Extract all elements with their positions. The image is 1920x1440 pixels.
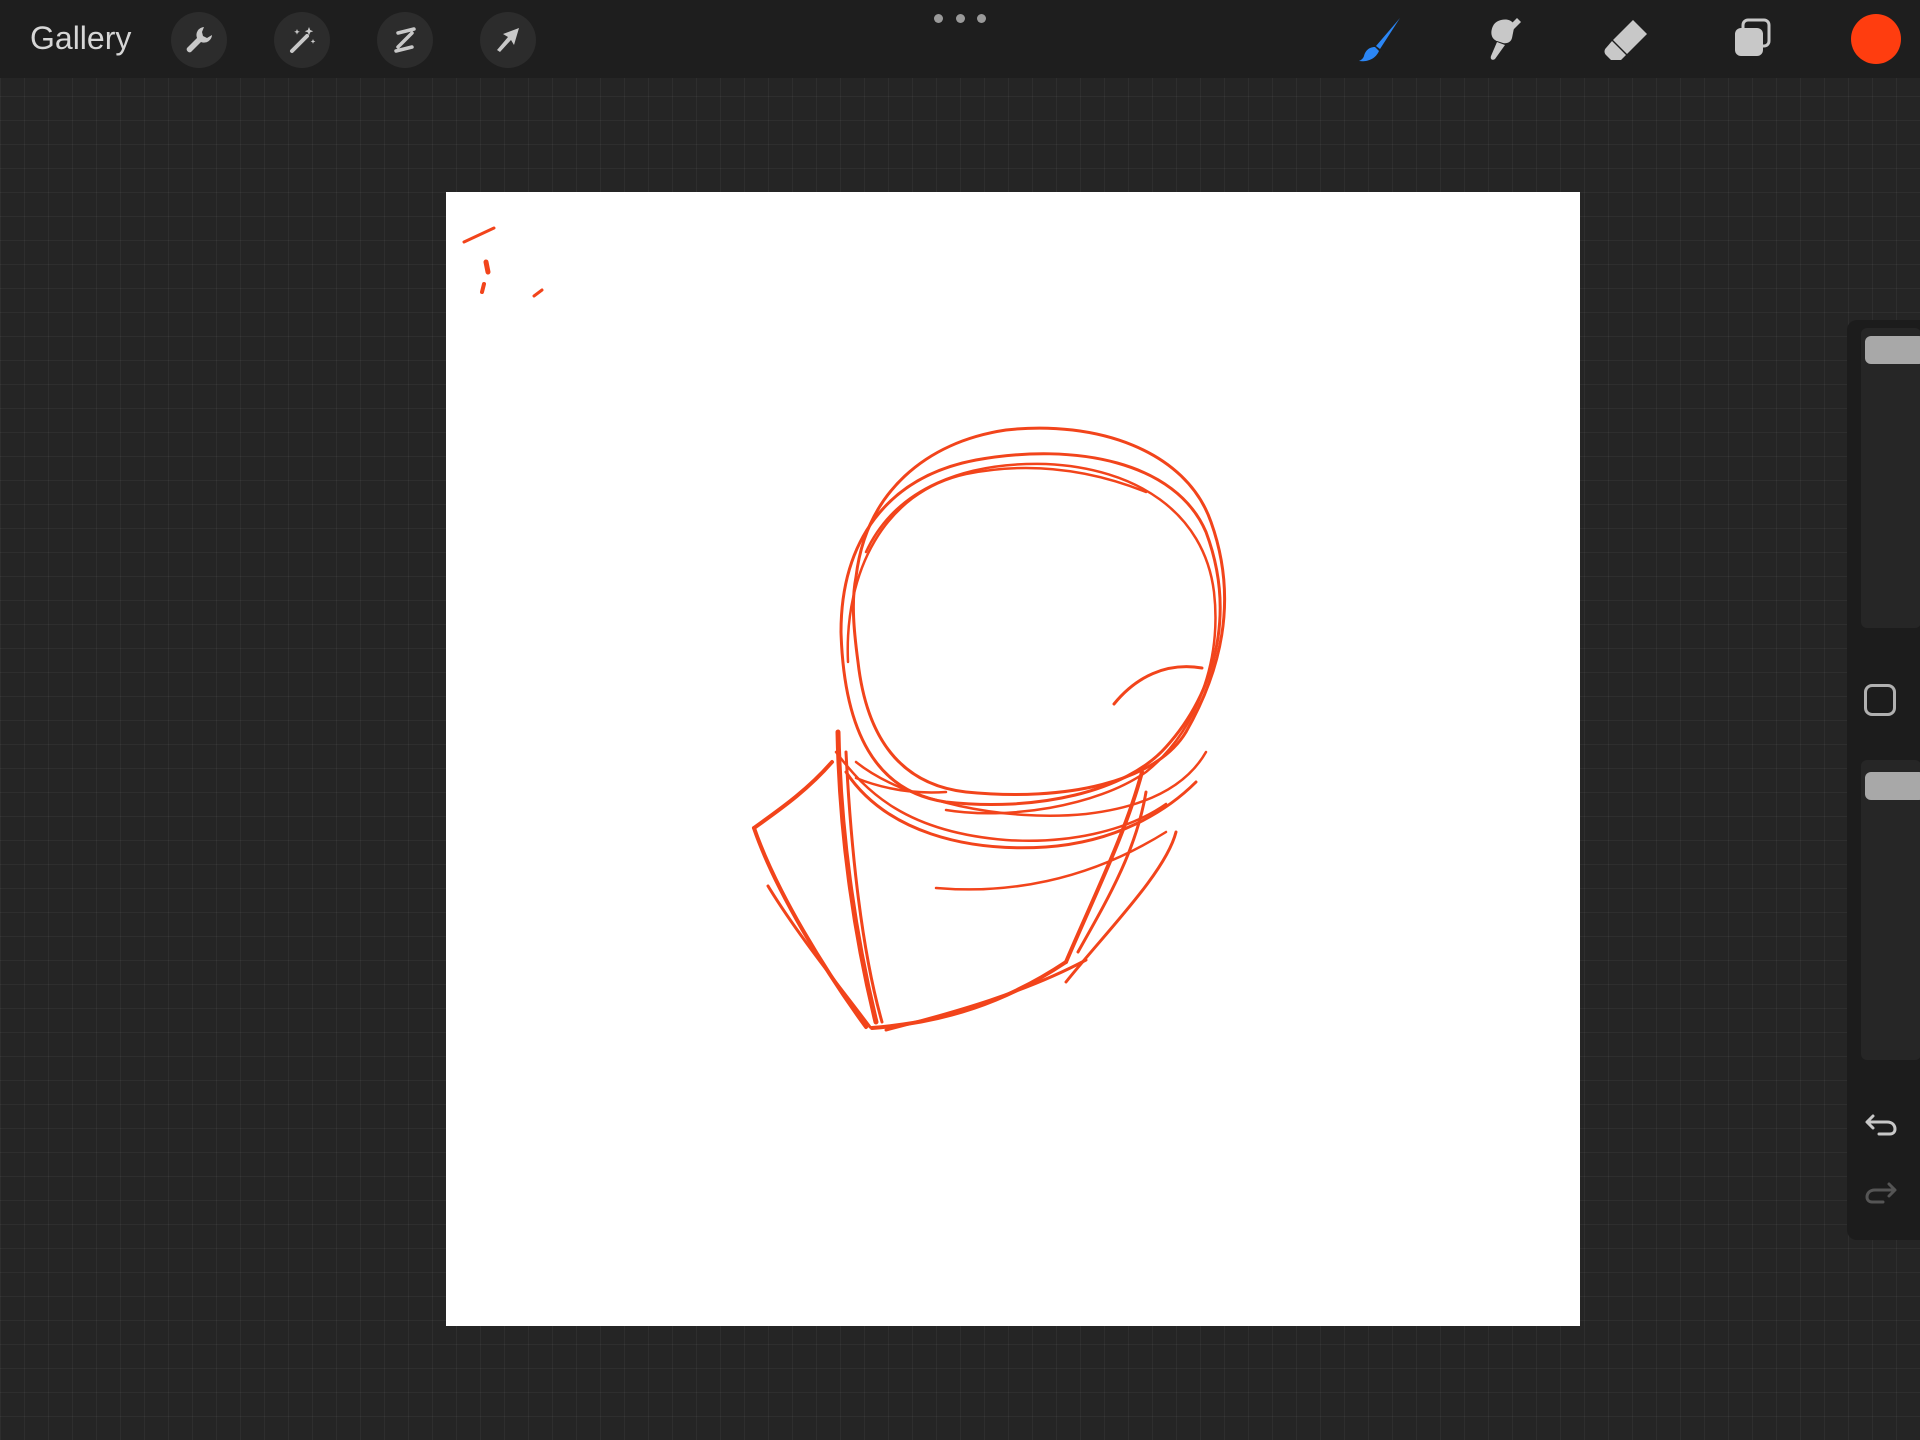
layers-tool-button[interactable] xyxy=(1722,12,1782,68)
brush-icon xyxy=(1359,18,1400,62)
selection-s-icon xyxy=(394,27,416,53)
eraser-icon xyxy=(1604,20,1647,60)
eraser-tool-button[interactable] xyxy=(1597,12,1657,68)
redo-icon xyxy=(1865,1182,1897,1204)
modify-button[interactable] xyxy=(1864,684,1896,716)
sketch-strokes xyxy=(462,226,1227,1032)
opacity-slider[interactable] xyxy=(1861,760,1920,1060)
undo-icon xyxy=(1865,1114,1897,1136)
brush-size-slider[interactable] xyxy=(1861,328,1920,628)
wrench-icon xyxy=(186,27,212,53)
actions-button[interactable] xyxy=(171,12,227,68)
layers-icon xyxy=(1735,18,1771,56)
brush-size-thumb[interactable] xyxy=(1865,336,1920,364)
more-dots-icon[interactable] xyxy=(934,10,986,26)
redo-button[interactable] xyxy=(1859,1172,1903,1216)
magic-wand-icon xyxy=(290,27,316,53)
drawing-canvas[interactable] xyxy=(446,192,1580,1326)
gallery-button[interactable]: Gallery xyxy=(30,18,131,58)
transform-button[interactable] xyxy=(480,12,536,68)
dot xyxy=(977,13,986,23)
smudge-icon xyxy=(1490,18,1521,60)
dot xyxy=(934,13,943,23)
selection-button[interactable] xyxy=(377,12,433,68)
right-sidebar xyxy=(1847,320,1920,1240)
smudge-tool-button[interactable] xyxy=(1473,12,1533,68)
arrow-cursor-icon xyxy=(497,28,519,52)
top-toolbar: Gallery xyxy=(0,0,1920,78)
dot xyxy=(955,13,965,23)
brush-tool-button[interactable] xyxy=(1350,12,1410,68)
adjustments-button[interactable] xyxy=(274,12,330,68)
color-picker-button[interactable] xyxy=(1851,14,1901,64)
opacity-thumb[interactable] xyxy=(1865,772,1920,800)
undo-button[interactable] xyxy=(1859,1100,1903,1144)
